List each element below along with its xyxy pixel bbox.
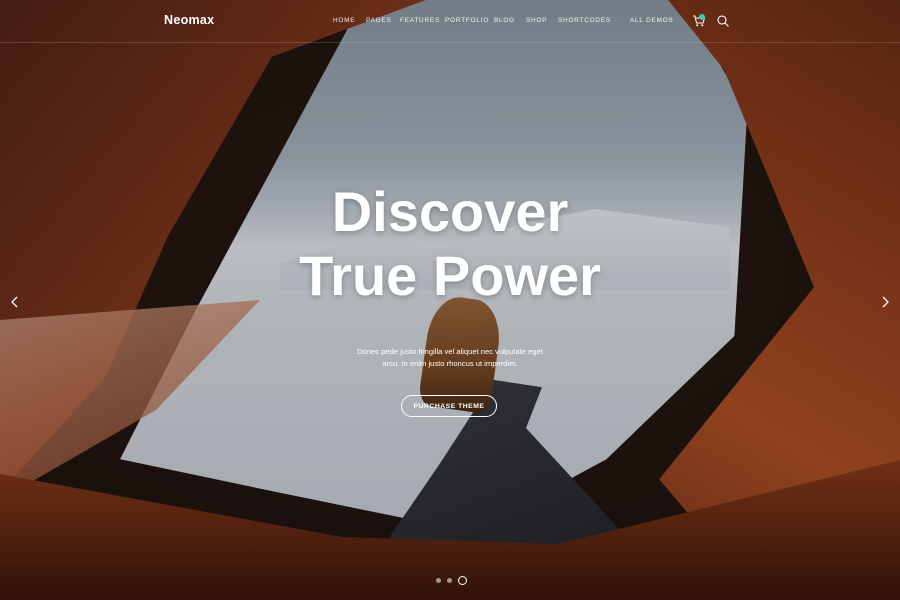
slider-dot-1[interactable] [436, 578, 441, 583]
site-header: Neomax HOME PAGES FEATURES PORTFOLIO BLO… [0, 0, 900, 43]
purchase-theme-button[interactable]: Purchase Theme [401, 395, 497, 417]
nav-shortcodes[interactable]: SHORTCODES [558, 17, 611, 24]
hero-subtitle-line-1: Donec pede justo fringilla vel aliquet n… [357, 347, 543, 356]
hero-subtitle: Donec pede justo fringilla vel aliquet n… [340, 346, 560, 370]
brand-logo[interactable]: Neomax [164, 13, 214, 27]
nav-pages[interactable]: PAGES [366, 17, 392, 24]
nav-blog[interactable]: BLOG [494, 17, 515, 24]
slider-dot-2[interactable] [447, 578, 452, 583]
hero-title-line-1: Discover [331, 180, 569, 243]
nav-shop[interactable]: SHOP [526, 17, 547, 24]
nav-home[interactable]: HOME [333, 17, 355, 24]
cart-count-badge [699, 14, 705, 20]
hero-subtitle-line-2: arcu. In enim justo rhoncus ut imperdiet… [382, 359, 518, 368]
chevron-left-icon[interactable] [8, 295, 22, 309]
chevron-right-icon[interactable] [878, 295, 892, 309]
nav-all-demos[interactable]: ALL DEMOS [630, 17, 674, 24]
hero-title: Discover True Power [0, 180, 900, 308]
search-icon[interactable] [716, 14, 730, 28]
slider-dot-3[interactable] [458, 576, 467, 585]
nav-features[interactable]: FEATURES [400, 17, 440, 24]
hero-title-line-2: True Power [299, 244, 601, 307]
nav-portfolio[interactable]: PORTFOLIO [445, 17, 489, 24]
slider-pagination [436, 576, 467, 585]
